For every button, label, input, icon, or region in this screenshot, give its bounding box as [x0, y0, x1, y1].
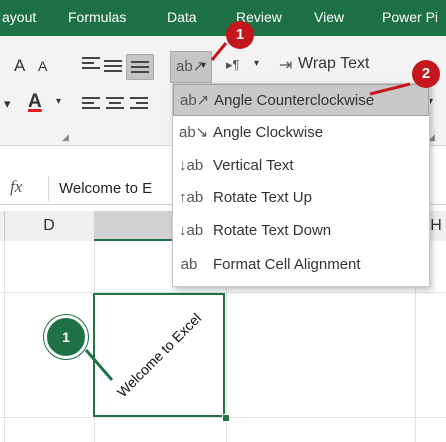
- menu-item-label: Rotate Text Up: [213, 189, 312, 206]
- insert-function-button[interactable]: fx: [10, 177, 22, 197]
- menu-item-angle-counterclockwise[interactable]: ab↗ Angle Counterclockwise: [173, 84, 429, 116]
- menu-item-label: Angle Counterclockwise: [214, 92, 375, 109]
- align-right-icon[interactable]: [130, 97, 148, 111]
- wrap-text-button[interactable]: Wrap Text: [298, 55, 369, 73]
- menu-item-format-cell-alignment[interactable]: ab Format Cell Alignment: [173, 249, 429, 281]
- tab-power-pivot[interactable]: Power Pi: [382, 9, 438, 25]
- middle-align-icon[interactable]: [104, 60, 122, 74]
- tab-view[interactable]: View: [314, 9, 344, 25]
- column-header-d[interactable]: D: [4, 211, 94, 241]
- ribbon-tab-bar: ayout Formulas Data Review View Power Pi: [0, 0, 446, 36]
- grid-line: [4, 241, 5, 442]
- bottom-align-button[interactable]: [126, 54, 154, 80]
- vertical-text-icon: ↓ab: [179, 157, 204, 174]
- align-center-icon[interactable]: [106, 97, 124, 111]
- orientation-menu: ab↗ Angle Counterclockwise ab↘ Angle Clo…: [172, 83, 430, 287]
- indent-caret-icon[interactable]: ▾: [254, 58, 259, 69]
- font-color-caret-icon[interactable]: ▾: [56, 96, 61, 107]
- menu-item-angle-clockwise[interactable]: ab↘ Angle Clockwise: [173, 117, 429, 149]
- font-color-button[interactable]: A: [28, 91, 42, 113]
- menu-item-label: Rotate Text Down: [213, 222, 332, 239]
- rotate-text-down-icon: ↓ab: [179, 222, 204, 239]
- menu-item-label: Angle Clockwise: [213, 124, 324, 141]
- tab-page-layout[interactable]: ayout: [2, 9, 36, 25]
- rotate-text-up-icon: ↑ab: [179, 189, 204, 206]
- bottom-align-icon: [131, 61, 149, 75]
- menu-item-rotate-text-down[interactable]: ↓ab Rotate Text Down: [173, 215, 429, 247]
- fill-handle[interactable]: [222, 414, 230, 422]
- wrap-text-icon: ⇥: [279, 57, 293, 74]
- step-2-marker: 2: [412, 60, 440, 88]
- tab-data[interactable]: Data: [167, 9, 197, 25]
- menu-item-rotate-text-up[interactable]: ↑ab Rotate Text Up: [173, 182, 429, 214]
- fill-color-caret-icon[interactable]: ▾: [4, 96, 11, 112]
- menu-item-label: Vertical Text: [213, 157, 294, 174]
- format-cell-alignment-icon: ab: [180, 256, 198, 273]
- increase-font-size-button[interactable]: A: [14, 56, 25, 76]
- menu-item-vertical-text[interactable]: ↓ab Vertical Text: [173, 150, 429, 182]
- angle-clockwise-icon: ab↘: [179, 124, 209, 141]
- align-left-icon[interactable]: [82, 97, 100, 111]
- menu-item-label: Format Cell Alignment: [213, 256, 361, 273]
- tab-formulas[interactable]: Formulas: [68, 9, 126, 25]
- step-1-marker: 1: [226, 21, 254, 49]
- font-dialog-launcher-icon[interactable]: ◢: [62, 132, 69, 143]
- result-marker: 1: [44, 315, 88, 359]
- indent-icon[interactable]: ▸¶: [226, 57, 240, 73]
- decrease-font-size-button[interactable]: A: [38, 58, 47, 74]
- orientation-button[interactable]: ab↗ ▾: [170, 51, 212, 83]
- angle-counterclockwise-icon: ab↗: [180, 92, 210, 109]
- top-align-icon[interactable]: [82, 57, 100, 71]
- orientation-caret-icon: ▾: [201, 60, 207, 71]
